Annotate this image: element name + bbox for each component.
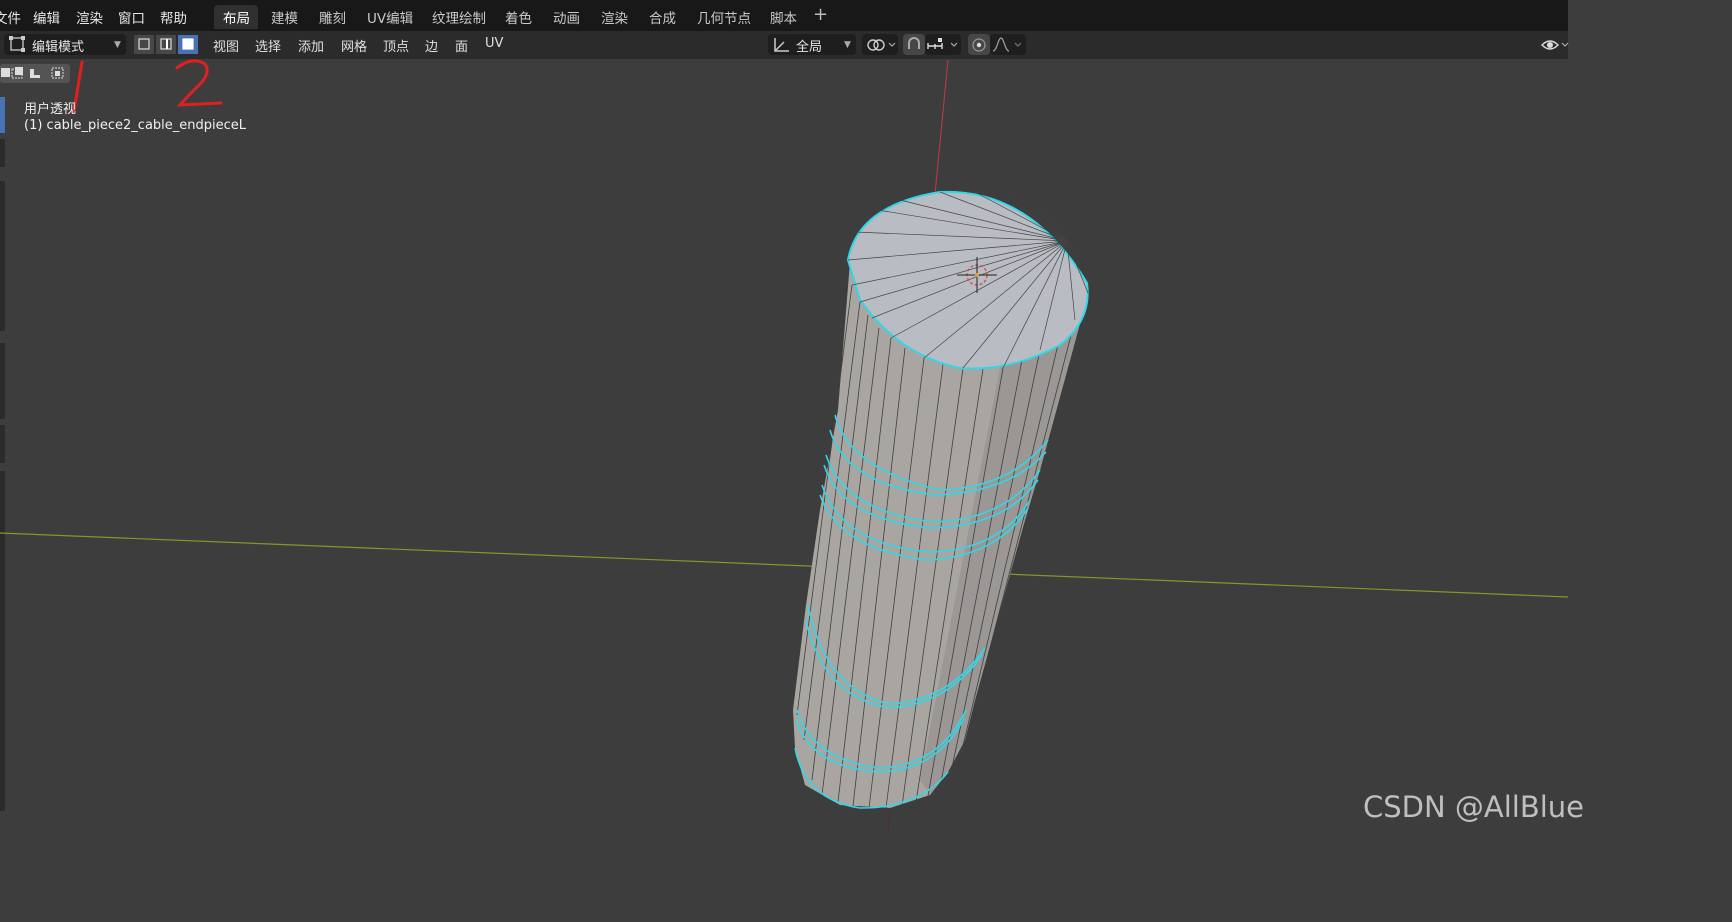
viewport-view-name: 用户透视 — [24, 102, 77, 117]
viewport-object-name: (1) cable_piece2_cable_endpieceL — [24, 118, 247, 133]
watermark-text: CSDN @AllBlue — [1363, 790, 1585, 824]
annotation-mark-2 — [175, 59, 223, 107]
z-axis-line — [934, 59, 949, 195]
x-axis-line — [0, 532, 1568, 598]
